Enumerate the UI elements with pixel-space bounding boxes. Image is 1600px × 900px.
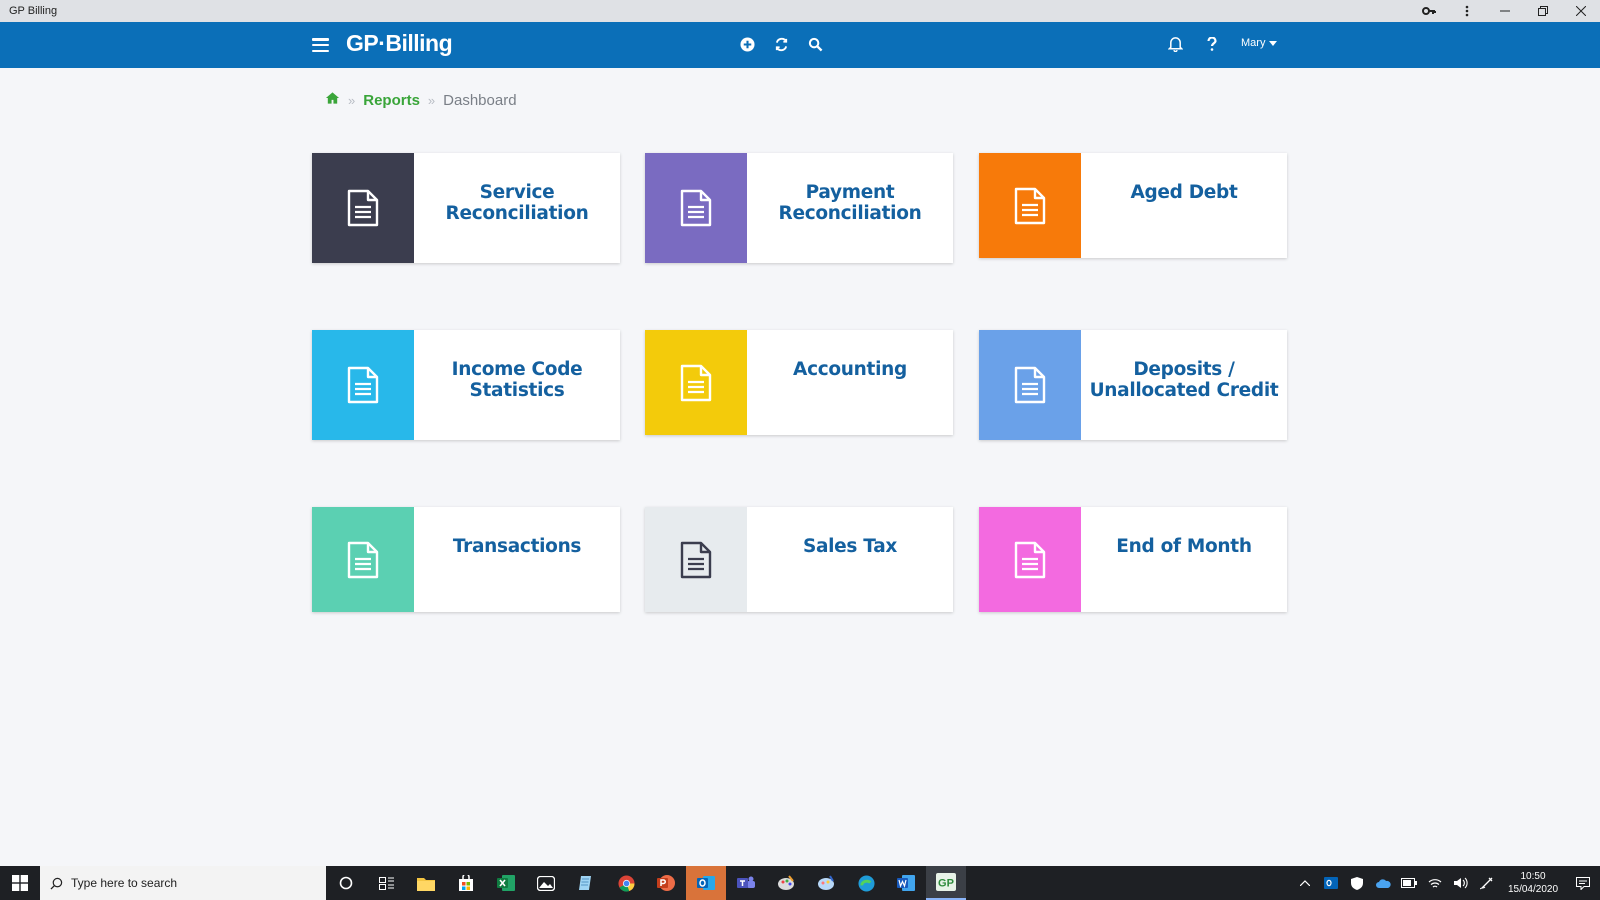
report-card-aged-debt[interactable]: Aged Debt xyxy=(979,153,1287,258)
report-card-transactions[interactable]: Transactions xyxy=(312,507,620,612)
word-icon[interactable] xyxy=(886,866,926,900)
app-logo[interactable]: GP·Billing xyxy=(346,30,453,57)
card-label: Sales Tax xyxy=(802,536,898,557)
powerpoint-icon[interactable] xyxy=(646,866,686,900)
card-label: Accounting xyxy=(793,359,907,380)
edge-icon[interactable] xyxy=(846,866,886,900)
chevron-down-icon xyxy=(1268,41,1277,46)
window-title: GP Billing xyxy=(9,5,58,17)
chrome-icon[interactable] xyxy=(606,866,646,900)
card-icon-block xyxy=(645,330,747,435)
card-label: Income Code Statistics xyxy=(451,359,583,401)
wifi-icon[interactable] xyxy=(1422,866,1448,900)
system-tray: 10:50 15/04/2020 xyxy=(1292,866,1600,900)
task-view-icon[interactable] xyxy=(366,866,406,900)
taskbar: Type here to search GP 10:50 15/04/2020 xyxy=(0,866,1600,900)
user-menu[interactable]: Mary xyxy=(1241,37,1277,49)
card-label: Service Reconciliation xyxy=(445,182,589,224)
report-card-payment-reconciliation[interactable]: Payment Reconciliation xyxy=(645,153,953,263)
taskbar-search-box[interactable]: Type here to search xyxy=(40,866,326,900)
sync-icon[interactable] xyxy=(771,34,791,54)
search-icon xyxy=(50,877,63,890)
window-title-bar: GP Billing xyxy=(0,0,1600,22)
close-button[interactable] xyxy=(1562,0,1600,22)
card-icon-block xyxy=(645,153,747,263)
card-label: Aged Debt xyxy=(1130,182,1238,203)
clock-time: 10:50 xyxy=(1520,871,1546,882)
report-card-service-reconciliation[interactable]: Service Reconciliation xyxy=(312,153,620,263)
card-icon-block xyxy=(312,330,414,440)
card-label: Deposits / Unallocated Credit xyxy=(1089,359,1279,401)
clock-date: 15/04/2020 xyxy=(1507,884,1559,895)
document-icon xyxy=(680,364,712,401)
home-icon[interactable] xyxy=(325,91,340,109)
action-center-icon[interactable] xyxy=(1566,866,1600,900)
card-icon-block xyxy=(645,507,747,612)
excel-icon[interactable] xyxy=(486,866,526,900)
document-icon xyxy=(1014,366,1046,404)
minimize-button[interactable] xyxy=(1486,0,1524,22)
teams-icon[interactable] xyxy=(726,866,766,900)
search-icon[interactable] xyxy=(805,34,825,54)
report-card-sales-tax[interactable]: Sales Tax xyxy=(645,507,953,612)
card-icon-block xyxy=(979,507,1081,612)
restore-button[interactable] xyxy=(1524,0,1562,22)
security-shield-icon[interactable] xyxy=(1344,866,1370,900)
breadcrumb-separator: » xyxy=(427,92,436,108)
document-icon xyxy=(680,189,712,227)
battery-icon[interactable] xyxy=(1396,866,1422,900)
app-navbar: GP·Billing Mary xyxy=(0,22,1600,68)
notepad-icon[interactable] xyxy=(566,866,606,900)
outlook-icon[interactable] xyxy=(686,866,726,900)
report-card-income-code-statistics[interactable]: Income Code Statistics xyxy=(312,330,620,440)
outlook-tray-icon[interactable] xyxy=(1318,866,1344,900)
document-icon xyxy=(680,541,712,578)
key-icon[interactable] xyxy=(1410,0,1448,22)
card-icon-block xyxy=(979,330,1081,440)
taskbar-search-placeholder: Type here to search xyxy=(71,876,178,890)
notifications-bell-icon[interactable] xyxy=(1165,34,1185,54)
card-icon-block xyxy=(312,153,414,263)
document-icon xyxy=(1014,541,1046,578)
add-icon[interactable] xyxy=(737,34,757,54)
file-explorer-icon[interactable] xyxy=(406,866,446,900)
breadcrumb-separator: » xyxy=(348,92,356,108)
card-label: Transactions xyxy=(452,536,582,557)
menu-icon[interactable] xyxy=(312,35,329,55)
cortana-icon[interactable] xyxy=(326,866,366,900)
svg-text:GP: GP xyxy=(938,878,954,890)
card-label: Payment Reconciliation xyxy=(778,182,922,224)
onedrive-cloud-icon[interactable] xyxy=(1370,866,1396,900)
taskbar-clock[interactable]: 10:50 15/04/2020 xyxy=(1500,870,1566,896)
gp-billing-app-icon[interactable]: GP xyxy=(926,866,966,900)
report-card-end-of-month[interactable]: End of Month xyxy=(979,507,1287,612)
windows-start-icon[interactable] xyxy=(0,866,40,900)
document-icon xyxy=(347,189,379,227)
volume-icon[interactable] xyxy=(1448,866,1474,900)
document-icon xyxy=(347,366,379,404)
microsoft-store-icon[interactable] xyxy=(446,866,486,900)
document-icon xyxy=(1014,187,1046,224)
report-card-deposits-unallocated-credit[interactable]: Deposits / Unallocated Credit xyxy=(979,330,1287,440)
chevron-up-icon[interactable] xyxy=(1292,866,1318,900)
breadcrumb: » Reports » Dashboard xyxy=(325,91,517,109)
help-icon[interactable] xyxy=(1202,34,1222,54)
card-icon-block xyxy=(312,507,414,612)
document-icon xyxy=(347,541,379,578)
breadcrumb-current: Dashboard xyxy=(443,91,517,109)
photos-icon[interactable] xyxy=(526,866,566,900)
card-icon-block xyxy=(979,153,1081,258)
more-options-icon[interactable] xyxy=(1448,0,1486,22)
paint-icon[interactable] xyxy=(766,866,806,900)
report-card-accounting[interactable]: Accounting xyxy=(645,330,953,435)
card-label: End of Month xyxy=(1116,536,1252,557)
breadcrumb-reports-link[interactable]: Reports xyxy=(363,92,420,109)
pen-ink-icon[interactable] xyxy=(1474,866,1500,900)
user-name: Mary xyxy=(1241,37,1266,49)
paint-3d-icon[interactable] xyxy=(806,866,846,900)
